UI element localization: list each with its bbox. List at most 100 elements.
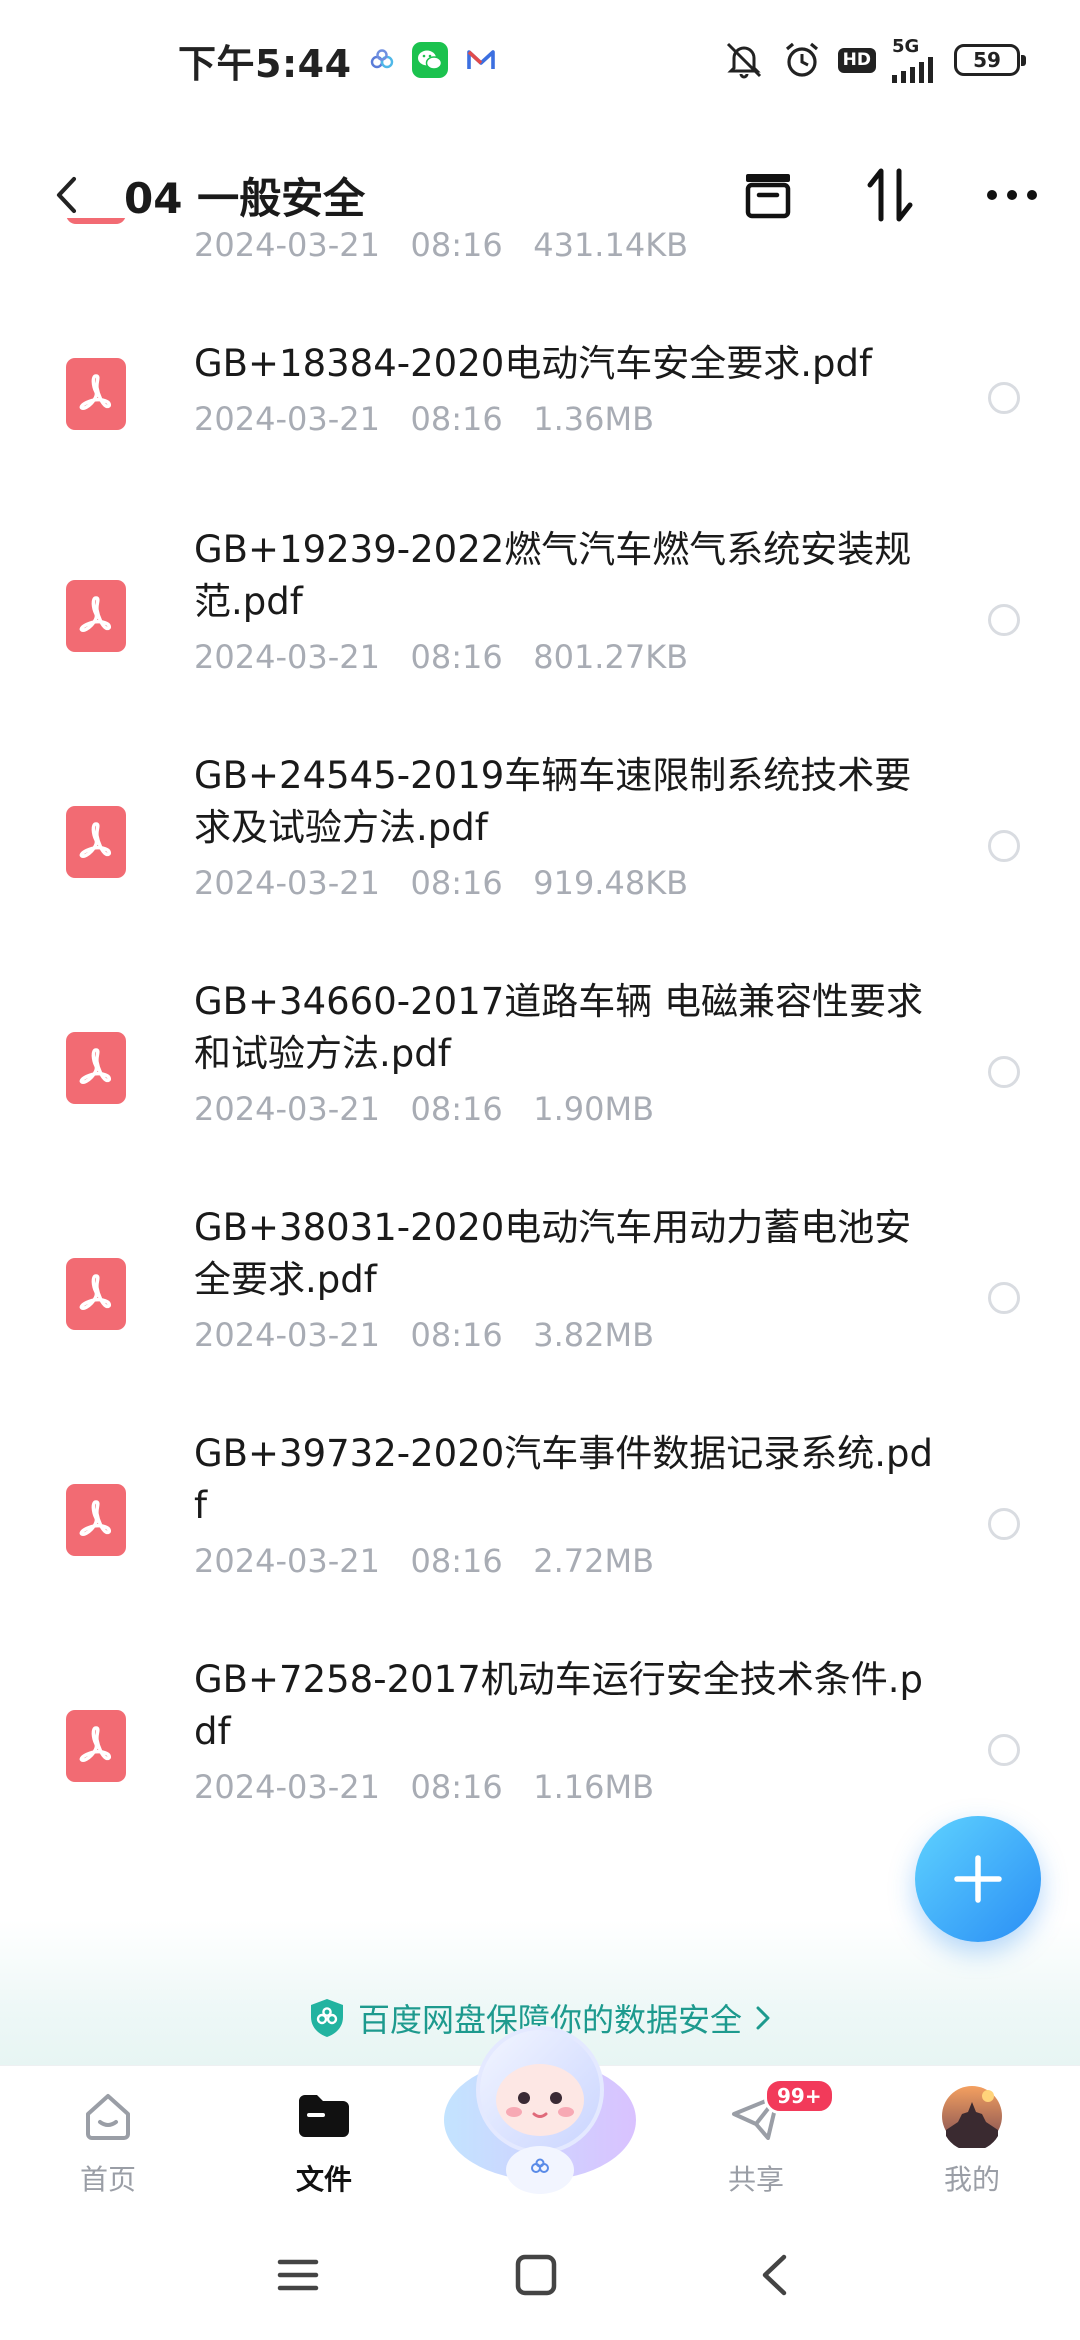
select-checkbox[interactable] bbox=[988, 382, 1020, 414]
file-text: GB+39732-2020汽车事件数据记录系统.pdf 2024-03-21 0… bbox=[194, 1428, 934, 1584]
hd-badge: HD bbox=[837, 47, 876, 73]
select-checkbox[interactable] bbox=[988, 604, 1020, 636]
file-size: 1.90MB bbox=[533, 1090, 655, 1128]
select-checkbox[interactable] bbox=[988, 830, 1020, 862]
pdf-file-icon bbox=[66, 1710, 126, 1782]
tab-me[interactable]: 我的 bbox=[892, 2066, 1052, 2216]
file-name: GB+19239-2022燃气汽车燃气系统安装规范.pdf bbox=[194, 528, 912, 623]
file-text: GB+24545-2019车辆车速限制系统技术要求及试验方法.pdf 2024-… bbox=[194, 750, 934, 906]
tab-label: 首页 bbox=[79, 2163, 136, 2196]
file-meta: 2024-03-21 08:16 1.36MB bbox=[194, 396, 934, 442]
wechat-icon bbox=[411, 42, 448, 78]
select-checkbox[interactable] bbox=[988, 1056, 1020, 1088]
back-button[interactable] bbox=[44, 165, 88, 225]
file-size: 1.36MB bbox=[533, 400, 655, 438]
file-date: 2024-03-21 bbox=[194, 1768, 380, 1806]
tab-home[interactable]: 首页 bbox=[28, 2066, 188, 2216]
file-size: 919.48KB bbox=[533, 864, 689, 902]
pdf-file-icon bbox=[66, 1258, 126, 1330]
file-name: GB+24545-2019车辆车速限制系统技术要求及试验方法.pdf bbox=[194, 754, 912, 849]
file-size: 431.14KB bbox=[533, 226, 689, 264]
pdf-file-icon bbox=[66, 218, 126, 224]
tab-files[interactable]: 文件 bbox=[244, 2066, 404, 2216]
mascot-icon bbox=[444, 2026, 636, 2194]
tab-label: 我的 bbox=[943, 2163, 1000, 2196]
file-date: 2024-03-21 bbox=[194, 226, 380, 264]
more-icon bbox=[987, 190, 1037, 200]
file-date: 2024-03-21 bbox=[194, 1316, 380, 1354]
file-meta: 2024-03-21 08:16 3.82MB bbox=[194, 1312, 934, 1358]
status-right-icons: HD 5G 59 bbox=[722, 35, 1026, 83]
back-nav-button[interactable] bbox=[744, 2245, 804, 2305]
avatar-icon bbox=[940, 2084, 1004, 2148]
sort-icon bbox=[867, 168, 913, 222]
list-item-partial[interactable]: 2024-03-21 08:16 431.14KB bbox=[0, 218, 1080, 288]
chevron-right-icon bbox=[756, 2006, 770, 2029]
battery-level: 59 bbox=[973, 48, 1001, 72]
file-date: 2024-03-21 bbox=[194, 1542, 380, 1580]
select-checkbox[interactable] bbox=[988, 1282, 1020, 1314]
tab-share[interactable]: 99+ 共享 bbox=[676, 2066, 836, 2216]
file-list-item[interactable]: GB+18384-2020电动汽车安全要求.pdf 2024-03-21 08:… bbox=[0, 318, 1080, 478]
signal-indicator: 5G bbox=[892, 35, 938, 83]
pdf-file-icon bbox=[66, 1032, 126, 1104]
file-text: GB+38031-2020电动汽车用动力蓄电池安全要求.pdf 2024-03-… bbox=[194, 1202, 934, 1358]
home-nav-button[interactable] bbox=[506, 2245, 566, 2305]
file-date: 2024-03-21 bbox=[194, 1090, 380, 1128]
file-name: GB+38031-2020电动汽车用动力蓄电池安全要求.pdf bbox=[194, 1206, 912, 1301]
file-meta: 2024-03-21 08:16 2.72MB bbox=[194, 1538, 934, 1584]
plus-icon bbox=[954, 1855, 1002, 1903]
file-date: 2024-03-21 bbox=[194, 864, 380, 902]
mail-m-icon bbox=[466, 48, 496, 72]
file-date: 2024-03-21 bbox=[194, 400, 380, 438]
file-text: GB+18384-2020电动汽车安全要求.pdf 2024-03-21 08:… bbox=[194, 338, 934, 442]
pdf-file-icon bbox=[66, 580, 126, 652]
file-size: 3.82MB bbox=[533, 1316, 655, 1354]
file-name: GB+7258-2017机动车运行安全技术条件.pdf bbox=[194, 1658, 923, 1753]
file-name: GB+18384-2020电动汽车安全要求.pdf bbox=[194, 342, 873, 385]
add-fab-button[interactable] bbox=[915, 1816, 1041, 1942]
select-checkbox[interactable] bbox=[988, 1508, 1020, 1540]
archive-button[interactable] bbox=[740, 167, 796, 223]
pdf-file-icon bbox=[66, 806, 126, 878]
file-list-item[interactable]: GB+38031-2020电动汽车用动力蓄电池安全要求.pdf 2024-03-… bbox=[0, 1186, 1080, 1406]
file-meta: 2024-03-21 08:16 919.48KB bbox=[194, 860, 934, 906]
mascot-ai-button[interactable] bbox=[440, 2000, 640, 2200]
file-time: 08:16 bbox=[410, 1768, 503, 1806]
file-list-item[interactable]: GB+24545-2019车辆车速限制系统技术要求及试验方法.pdf 2024-… bbox=[0, 734, 1080, 954]
file-size: 2.72MB bbox=[533, 1542, 655, 1580]
file-list-item[interactable]: GB+19239-2022燃气汽车燃气系统安装规范.pdf 2024-03-21… bbox=[0, 508, 1080, 728]
file-meta: 2024-03-21 08:16 1.90MB bbox=[194, 1086, 934, 1132]
pdf-file-icon bbox=[66, 358, 126, 430]
home-icon bbox=[76, 2084, 140, 2148]
file-time: 08:16 bbox=[410, 400, 503, 438]
file-meta: 2024-03-21 08:16 801.27KB bbox=[194, 634, 934, 680]
file-meta: 2024-03-21 08:16 1.16MB bbox=[194, 1764, 934, 1810]
file-time: 08:16 bbox=[410, 1316, 503, 1354]
network-type-label: 5G bbox=[892, 35, 920, 57]
share-icon: 99+ bbox=[724, 2078, 835, 2148]
back-triangle-icon bbox=[762, 2254, 787, 2296]
select-checkbox[interactable] bbox=[988, 1734, 1020, 1766]
more-button[interactable] bbox=[984, 167, 1040, 223]
file-list-item[interactable]: GB+34660-2017道路车辆 电磁兼容性要求和试验方法.pdf 2024-… bbox=[0, 960, 1080, 1180]
file-size: 801.27KB bbox=[533, 638, 689, 676]
file-time: 08:16 bbox=[410, 226, 503, 264]
file-meta: 2024-03-21 08:16 431.14KB bbox=[194, 226, 688, 264]
status-bar: 下午5:44 HD 5G 59 bbox=[0, 0, 1080, 120]
status-app-icons bbox=[370, 42, 496, 78]
alarm-clock-icon bbox=[782, 40, 822, 80]
header-actions bbox=[740, 167, 1040, 223]
mute-bell-icon bbox=[722, 40, 766, 80]
file-text: GB+34660-2017道路车辆 电磁兼容性要求和试验方法.pdf 2024-… bbox=[194, 976, 934, 1132]
file-list-item[interactable]: GB+7258-2017机动车运行安全技术条件.pdf 2024-03-21 0… bbox=[0, 1638, 1080, 1858]
recents-button[interactable] bbox=[268, 2245, 328, 2305]
battery-icon: 59 bbox=[954, 44, 1026, 76]
tab-label: 文件 bbox=[295, 2163, 352, 2196]
file-list[interactable]: 2024-03-21 08:16 431.14KB GB+18384-2020电… bbox=[0, 218, 1080, 1918]
file-time: 08:16 bbox=[410, 864, 503, 902]
sort-button[interactable] bbox=[862, 167, 918, 223]
file-list-item[interactable]: GB+39732-2020汽车事件数据记录系统.pdf 2024-03-21 0… bbox=[0, 1412, 1080, 1632]
status-time: 下午5:44 bbox=[178, 41, 352, 86]
baidu-netdisk-status-icon bbox=[370, 49, 394, 71]
